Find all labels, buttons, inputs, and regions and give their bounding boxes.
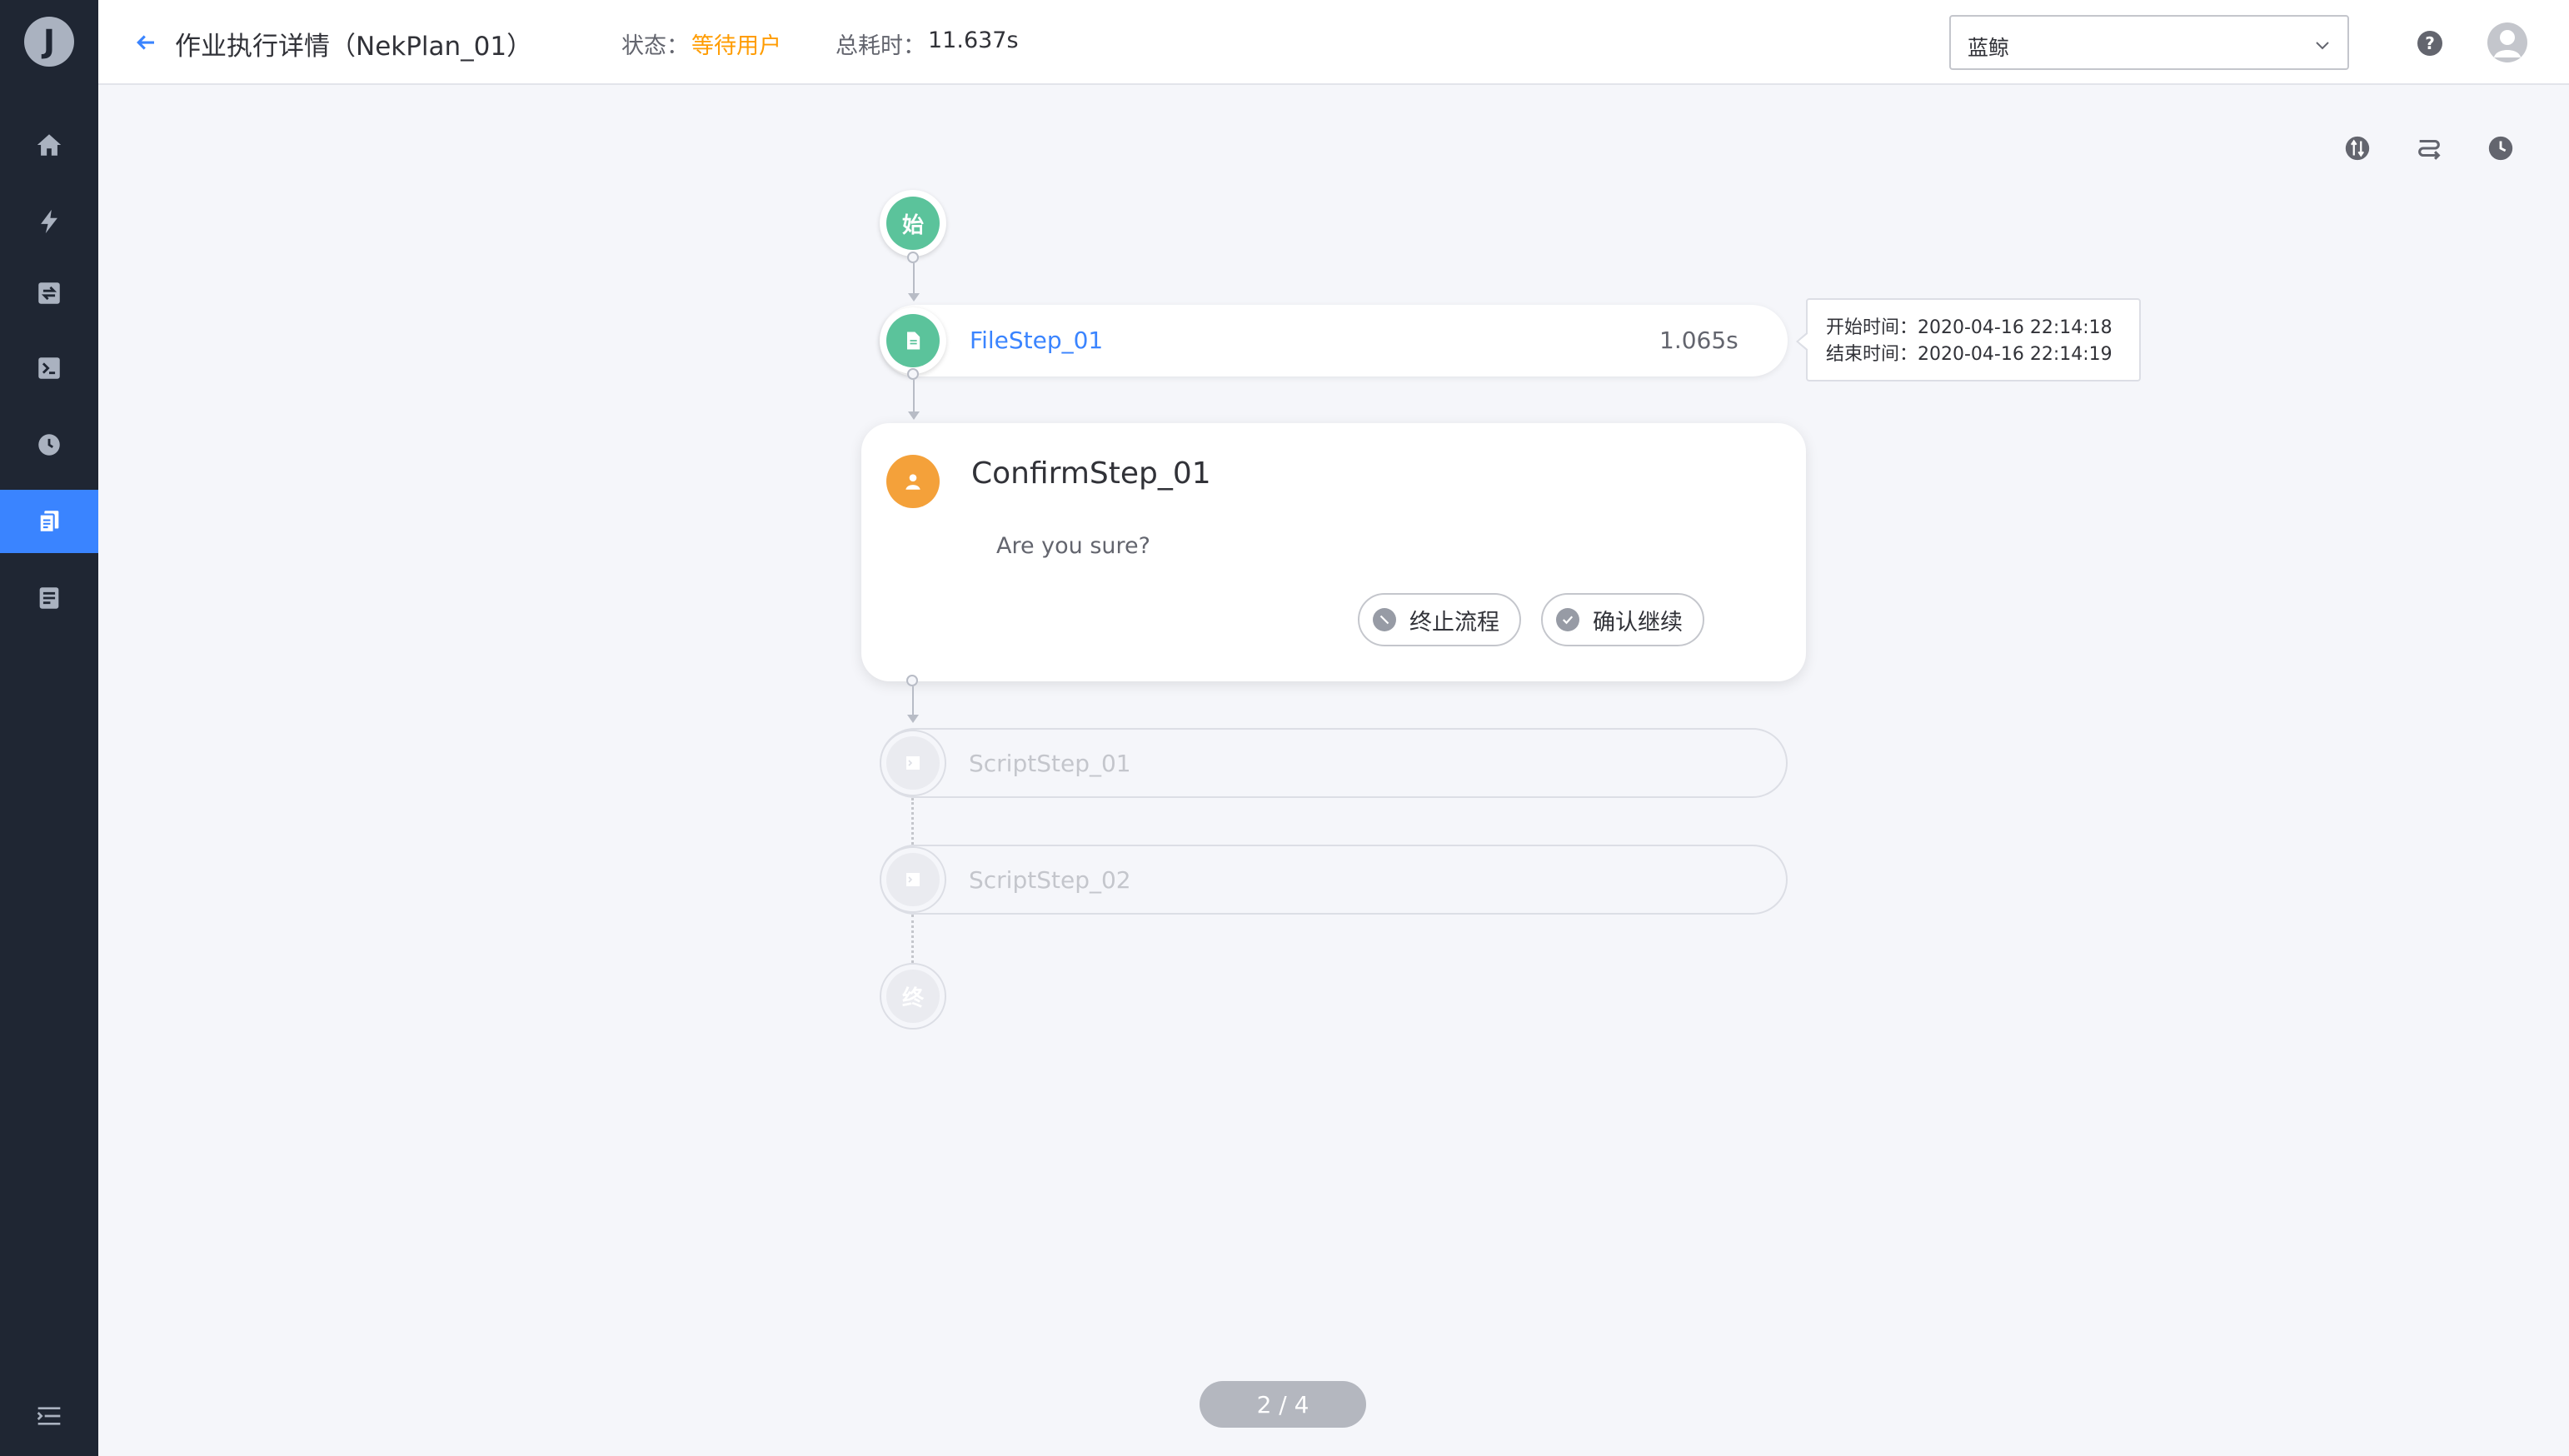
step-name-scriptstep-01: ScriptStep_01	[969, 750, 1131, 777]
connector-line-dotted	[911, 915, 914, 963]
arrow-down-icon	[907, 715, 919, 723]
app-logo[interactable]: J	[24, 17, 74, 67]
step-time-tooltip: 开始时间：2020-04-16 22:14:18 结束时间：2020-04-16…	[1796, 298, 2141, 381]
user-icon	[886, 455, 940, 508]
menu-collapse-icon	[37, 1407, 61, 1425]
script-icon	[886, 853, 940, 906]
sidebar-item-plans[interactable]	[0, 262, 98, 325]
end-node-label: 终	[886, 970, 940, 1023]
terminate-button[interactable]: 终止流程	[1358, 593, 1521, 646]
step-node-filestep	[880, 307, 946, 374]
step-name-confirmstep: ConfirmStep_01	[971, 456, 1211, 491]
connector-line-dotted	[911, 798, 914, 845]
sidebar-item-task-list[interactable]	[0, 566, 98, 630]
home-icon	[37, 134, 62, 156]
script-icon	[886, 736, 940, 790]
clock-icon	[38, 434, 60, 456]
compare-icon	[2345, 136, 2370, 161]
user-avatar[interactable]	[2487, 22, 2527, 62]
user-avatar-icon	[2494, 30, 2521, 57]
total-time-value: 11.637s	[928, 27, 1019, 53]
connector-dot	[907, 252, 919, 263]
lightning-icon	[41, 209, 57, 234]
step-node-scriptstep-01	[880, 730, 946, 796]
chevron-down-icon	[2316, 42, 2329, 50]
back-arrow-icon[interactable]	[133, 30, 158, 55]
page-title: 作业执行详情（NekPlan_01）	[175, 32, 533, 62]
file-icon	[886, 314, 940, 367]
sidebar: J	[0, 0, 98, 1456]
sidebar-item-quick-exec[interactable]	[0, 190, 98, 253]
arrow-down-icon	[908, 411, 920, 420]
sidebar-item-history[interactable]	[0, 490, 98, 553]
history-icon	[2488, 136, 2513, 161]
sidebar-item-scripts[interactable]	[0, 337, 98, 400]
terminate-button-label: 终止流程	[1409, 609, 1499, 636]
step-name-scriptstep-02: ScriptStep_02	[969, 866, 1131, 894]
help-icon[interactable]: ?	[2417, 31, 2442, 56]
step-node-confirmstep	[880, 448, 946, 515]
route-icon	[2418, 139, 2441, 160]
step-name-filestep[interactable]: FileStep_01	[970, 327, 1103, 354]
step-node-scriptstep-02	[880, 846, 946, 913]
check-icon	[1556, 608, 1579, 631]
confirm-continue-label: 确认继续	[1593, 609, 1683, 636]
tooltip-start-time: 开始时间：2020-04-16 22:14:18	[1826, 317, 2113, 338]
terminal-icon	[38, 357, 60, 379]
compare-button[interactable]	[2342, 133, 2372, 163]
connector-line	[912, 686, 914, 718]
step-pager: 2 / 4	[1200, 1381, 1366, 1428]
connector-line	[913, 380, 915, 415]
arrow-down-icon	[908, 293, 920, 302]
step-time-filestep: 1.065s	[1659, 327, 1738, 354]
confirm-continue-button[interactable]: 确认继续	[1541, 593, 1704, 646]
connector-dot	[907, 368, 919, 380]
sidebar-collapse-button[interactable]	[0, 1391, 98, 1441]
route-button[interactable]	[2414, 133, 2444, 163]
transfer-icon	[38, 282, 60, 304]
start-node: 始	[880, 190, 946, 257]
confirm-message: Are you sure?	[996, 533, 1150, 559]
connector-line	[913, 263, 915, 297]
sidebar-item-cron[interactable]	[0, 413, 98, 476]
status-label: 状态：	[621, 33, 689, 59]
tooltip-end-time: 结束时间：2020-04-16 22:14:19	[1826, 344, 2113, 365]
copy-icon	[38, 511, 59, 533]
total-time-label: 总耗时：	[836, 33, 925, 59]
task-list-icon	[39, 587, 59, 609]
history-button[interactable]	[2486, 133, 2516, 163]
forbid-icon	[1373, 608, 1396, 631]
end-node: 终	[880, 963, 946, 1030]
start-node-label: 始	[886, 197, 940, 250]
business-select-value: 蓝鲸	[1968, 36, 2010, 60]
status-value: 等待用户	[691, 33, 781, 59]
business-select[interactable]: 蓝鲸	[1949, 15, 2349, 70]
confirm-step-card: ConfirmStep_01 Are you sure? 终止流程 确认继续	[861, 423, 1806, 681]
sidebar-item-home[interactable]	[0, 113, 98, 177]
connector-dot	[906, 675, 918, 686]
